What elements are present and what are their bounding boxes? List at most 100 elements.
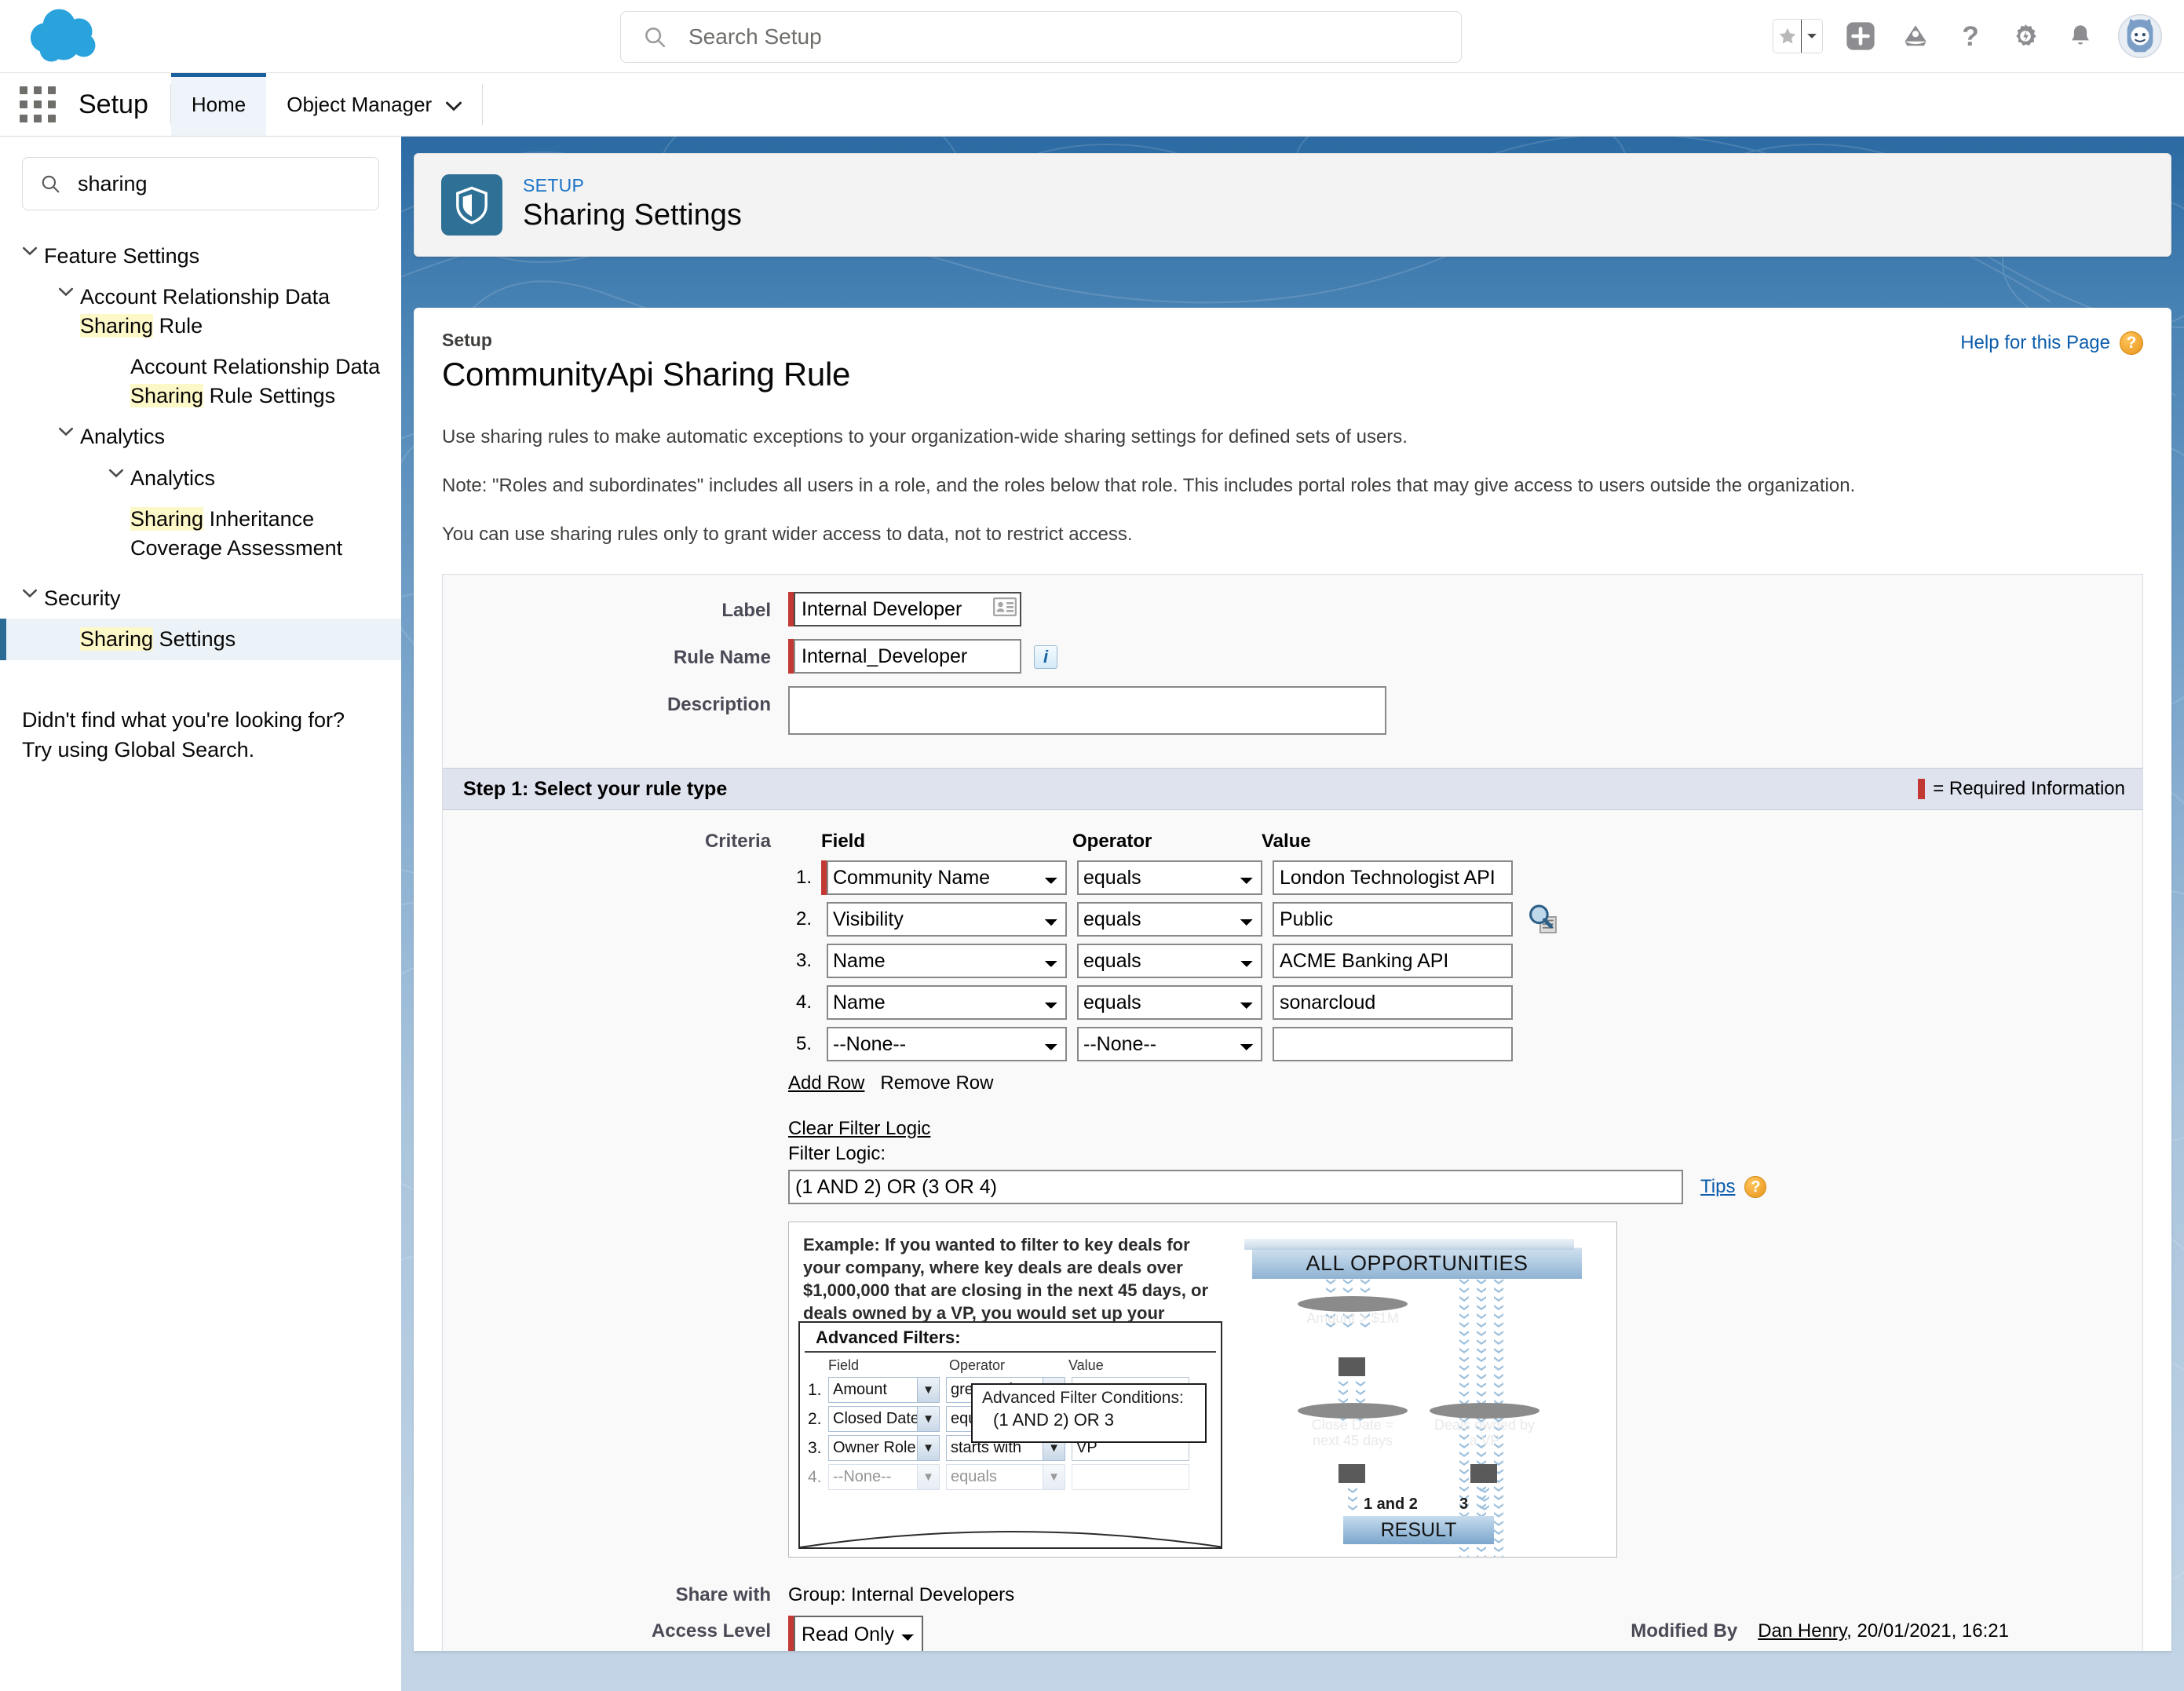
- sidebar-item-analytics[interactable]: Analytics: [0, 416, 401, 457]
- example-col-value: Value: [1068, 1357, 1104, 1374]
- funnel-label-vp: Deals owned by a VP: [1430, 1417, 1539, 1448]
- notifications-bell-icon[interactable]: [2063, 19, 2098, 53]
- chevron-down-icon[interactable]: [16, 584, 44, 598]
- tips-link[interactable]: Tips: [1700, 1176, 1735, 1198]
- global-header-icons: ?: [1773, 6, 2162, 66]
- criteria-column-headers: Field Operator Value: [788, 831, 1766, 853]
- sidebar-item-account-relationship-data-sharing-rule-settings[interactable]: Account Relationship Data Sharing Rule S…: [0, 346, 401, 416]
- lookup-search-icon[interactable]: [1527, 904, 1558, 935]
- criteria-field-select-5[interactable]: --None--: [827, 1027, 1067, 1061]
- col-header-field: Field: [821, 831, 1072, 853]
- sidebar-item-label: Sharing Settings: [80, 625, 236, 653]
- rule-name-input[interactable]: [794, 639, 1021, 674]
- filter-logic-input[interactable]: [788, 1170, 1683, 1204]
- chevron-down-icon[interactable]: [52, 422, 80, 436]
- favorites-star-icon[interactable]: [1773, 20, 1801, 53]
- chevron-down-icon[interactable]: [16, 242, 44, 256]
- favorites-dropdown-icon[interactable]: [1802, 20, 1822, 53]
- app-launcher-icon[interactable]: [0, 73, 75, 136]
- salesforce-cloud-logo[interactable]: [24, 5, 116, 68]
- funnel-stem: [1339, 1357, 1365, 1376]
- diagram-label-right: 3: [1459, 1496, 1468, 1514]
- col-spacer-2: [1123, 831, 1262, 853]
- sidebar-item-label: Sharing Inheritance Coverage Assessment: [130, 505, 385, 562]
- criteria-value-input-4[interactable]: [1273, 985, 1513, 1020]
- example-operator-value: equals: [951, 1468, 997, 1486]
- sidebar-item-sharing-inheritance-coverage-assessment[interactable]: Sharing Inheritance Coverage Assessment: [0, 499, 401, 568]
- sidebar-item-feature-settings[interactable]: Feature Settings: [0, 236, 401, 276]
- access-level-select[interactable]: Read Only: [794, 1616, 923, 1651]
- funnel-label-amount: Amount > $1M: [1298, 1310, 1408, 1326]
- favorites-control[interactable]: [1773, 19, 1823, 53]
- global-search-input[interactable]: [687, 24, 1439, 50]
- criteria-value-input-2[interactable]: [1273, 902, 1513, 937]
- trailhead-icon[interactable]: [1898, 19, 1933, 53]
- info-icon[interactable]: i: [1034, 645, 1057, 669]
- example-row: 4. --None-- ▼ equals ▼: [800, 1463, 1221, 1492]
- access-level-row: Access Level Read Only Modified By Dan H…: [443, 1616, 2142, 1651]
- row-actions: Add Row Remove Row: [788, 1072, 1766, 1094]
- funnel-stem: [1339, 1464, 1365, 1483]
- quick-find-box[interactable]: [22, 157, 379, 210]
- quick-find-input[interactable]: [76, 171, 361, 197]
- example-col-operator: Operator: [949, 1357, 1068, 1374]
- help-for-this-page-link[interactable]: Help for this Page ?: [1960, 331, 2143, 355]
- funnel-label-close-date: Close Date = next 45 days: [1298, 1417, 1408, 1448]
- diagram-top-band: ALL OPPORTUNITIES: [1252, 1247, 1582, 1279]
- svg-text:?: ?: [1962, 21, 1979, 51]
- description-textarea[interactable]: [788, 686, 1386, 735]
- help-icon[interactable]: ?: [1953, 19, 1988, 53]
- rule-name-field-label: Rule Name: [443, 639, 788, 669]
- user-avatar[interactable]: [2118, 14, 2162, 58]
- example-funnel-diagram: ALL OPPORTUNITIES: [1233, 1230, 1610, 1550]
- criteria-field-select-4[interactable]: Name: [827, 985, 1067, 1020]
- intro-paragraph-2: Note: "Roles and subordinates" includes …: [442, 475, 2143, 497]
- criteria-operator-select-1[interactable]: equals: [1077, 860, 1262, 895]
- criteria-operator-select-4[interactable]: equals: [1077, 985, 1262, 1020]
- required-marker-icon: [1918, 779, 1925, 799]
- criteria-value-input-5[interactable]: [1273, 1027, 1513, 1061]
- waffle-dots: [20, 86, 56, 122]
- criteria-operator-select-3[interactable]: equals: [1077, 944, 1262, 978]
- criteria-value-input-1[interactable]: [1273, 860, 1513, 895]
- help-question-icon: ?: [2120, 331, 2143, 355]
- criteria-value-input-3[interactable]: [1273, 944, 1513, 978]
- criteria-field-select-2[interactable]: Visibility: [827, 902, 1067, 937]
- criteria-field-select-1[interactable]: Community Name: [827, 860, 1067, 895]
- contact-card-icon[interactable]: [993, 597, 1017, 621]
- add-row-link[interactable]: Add Row: [788, 1072, 864, 1094]
- criteria-operator-select-5[interactable]: --None--: [1077, 1027, 1262, 1061]
- remove-row-link[interactable]: Remove Row: [880, 1072, 993, 1094]
- chevron-down-icon[interactable]: [52, 283, 80, 297]
- required-legend-label: = Required Information: [1933, 778, 2125, 800]
- search-highlight: Sharing: [130, 384, 203, 407]
- tree-spacer: [52, 625, 80, 630]
- modified-by-user-link[interactable]: Dan Henry: [1758, 1620, 1846, 1642]
- global-search-box[interactable]: [620, 11, 1462, 63]
- sidebar-item-sharing-settings[interactable]: Sharing Settings: [0, 619, 401, 659]
- example-field-select: --None-- ▼: [828, 1464, 940, 1490]
- required-information-legend: = Required Information: [1918, 778, 2125, 800]
- label-input[interactable]: [794, 592, 1021, 626]
- col-header-operator: Operator: [1072, 831, 1123, 853]
- add-icon[interactable]: [1843, 19, 1878, 53]
- rule-summary-fields: Share with Group: Internal Developers Ac…: [443, 1565, 2142, 1651]
- tab-home[interactable]: Home: [171, 73, 266, 136]
- chevron-down-icon: ▼: [917, 1465, 939, 1489]
- criteria-operator-select-2[interactable]: equals: [1077, 902, 1262, 937]
- sidebar-item-label: Analytics: [80, 422, 165, 451]
- tab-object-manager[interactable]: Object Manager: [266, 73, 482, 136]
- sidebar-item-label: Analytics: [130, 464, 215, 492]
- clear-filter-logic-link[interactable]: Clear Filter Logic: [788, 1118, 930, 1139]
- criteria-field-select-3[interactable]: Name: [827, 944, 1067, 978]
- chevron-down-icon: [446, 93, 462, 117]
- sidebar-item-account-relationship-data-sharing-rule[interactable]: Account Relationship Data Sharing Rule: [0, 276, 401, 346]
- chevron-down-icon[interactable]: [102, 464, 130, 478]
- sidebar-item-analytics-sub[interactable]: Analytics: [0, 458, 401, 499]
- search-highlight: Sharing: [80, 627, 153, 651]
- setup-gear-icon[interactable]: [2008, 19, 2043, 53]
- tips-help-icon[interactable]: ?: [1744, 1176, 1766, 1198]
- criteria-row: 4. Name equals: [788, 985, 1766, 1020]
- chevron-down-icon: ▼: [917, 1378, 939, 1402]
- sidebar-item-security[interactable]: Security: [0, 578, 401, 619]
